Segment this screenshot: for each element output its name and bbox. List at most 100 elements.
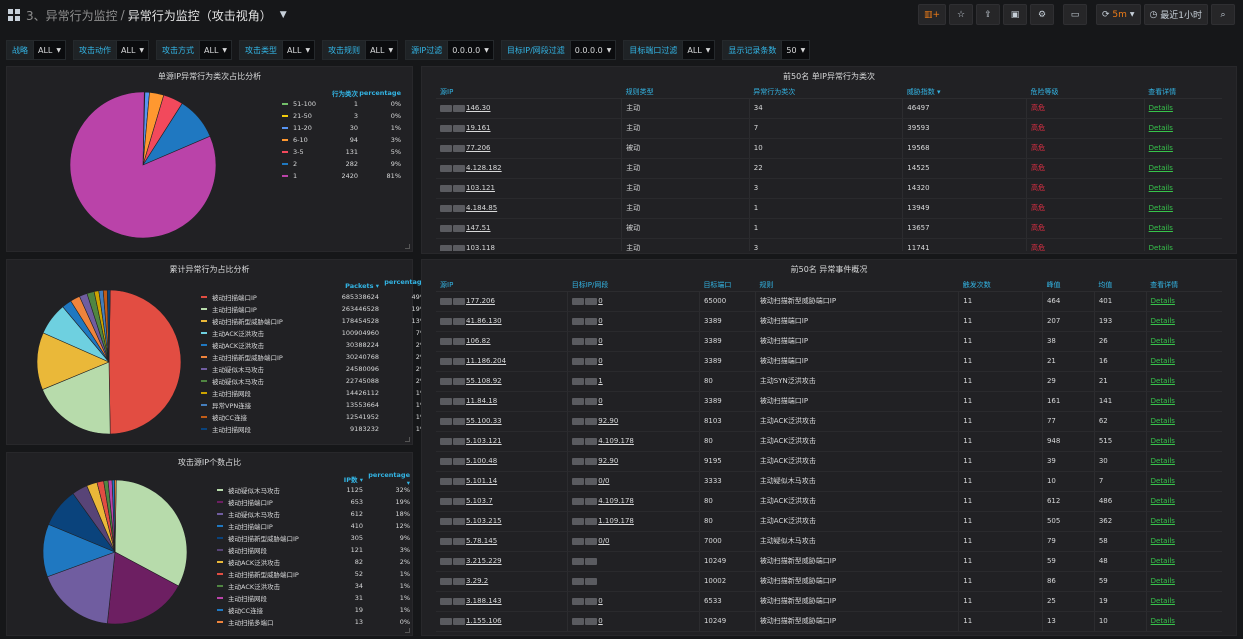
filter-select[interactable]: ALL ▼ bbox=[34, 40, 67, 60]
legend-col-percentage[interactable]: percentage ▾ bbox=[363, 471, 410, 487]
details-link[interactable]: Details bbox=[1149, 144, 1173, 152]
legend-item[interactable]: 被动CC连接 19 1% bbox=[217, 604, 410, 616]
filter-select[interactable]: ALL ▼ bbox=[683, 40, 716, 60]
target-ip-link[interactable]: 0 bbox=[598, 597, 602, 605]
source-ip-link[interactable]: 11.186.204 bbox=[466, 357, 506, 365]
resize-handle[interactable] bbox=[405, 244, 410, 249]
breadcrumb-folder[interactable]: 3、异常行为监控 bbox=[26, 7, 118, 24]
details-link[interactable]: Details bbox=[1151, 477, 1175, 485]
source-ip-link[interactable]: 103.121 bbox=[466, 184, 495, 192]
details-link[interactable]: Details bbox=[1151, 437, 1175, 445]
details-link[interactable]: Details bbox=[1149, 164, 1173, 172]
dashboard-grid-icon[interactable] bbox=[8, 9, 20, 21]
details-link[interactable]: Details bbox=[1151, 537, 1175, 545]
target-ip-link[interactable]: 92.90 bbox=[598, 417, 618, 425]
filter-select[interactable]: 0.0.0.0 ▼ bbox=[570, 40, 617, 60]
details-link[interactable]: Details bbox=[1151, 337, 1175, 345]
legend-item[interactable]: 被动ACK泛洪攻击 303882242% bbox=[201, 339, 426, 351]
column-header[interactable]: 规则 bbox=[755, 280, 959, 292]
source-ip-link[interactable]: 146.30 bbox=[466, 104, 491, 112]
filter-select[interactable]: ALL ▼ bbox=[200, 40, 233, 60]
source-ip-link[interactable]: 103.118 bbox=[466, 244, 495, 251]
column-header[interactable]: 目标端口 bbox=[699, 280, 756, 292]
column-header[interactable]: 源IP bbox=[436, 280, 568, 292]
details-link[interactable]: Details bbox=[1151, 377, 1175, 385]
details-link[interactable]: Details bbox=[1151, 417, 1175, 425]
legend-item[interactable]: 被动扫描网段 121 3% bbox=[217, 544, 410, 556]
legend-item[interactable]: 被动ACK泛洪攻击 82 2% bbox=[217, 556, 410, 568]
target-ip-link[interactable]: 1 bbox=[598, 377, 602, 385]
legend-col-value[interactable]: Packets ▾ bbox=[307, 282, 379, 290]
details-link[interactable]: Details bbox=[1151, 617, 1175, 625]
target-ip-link[interactable]: 0/0 bbox=[598, 537, 609, 545]
column-header[interactable]: 均值 bbox=[1094, 280, 1147, 292]
column-header[interactable]: 危险等级 bbox=[1026, 87, 1145, 99]
legend-item[interactable]: 3-5 131 5% bbox=[282, 146, 401, 158]
source-ip-link[interactable]: 3.215.229 bbox=[466, 557, 502, 565]
details-link[interactable]: Details bbox=[1151, 297, 1175, 305]
source-ip-link[interactable]: 147.51 bbox=[466, 224, 491, 232]
legend-col-value[interactable]: IP数 ▾ bbox=[321, 474, 363, 484]
details-link[interactable]: Details bbox=[1149, 224, 1173, 232]
zoom-out-button[interactable]: ⌕ bbox=[1211, 4, 1235, 25]
legend-item[interactable]: 被动CC连接 125419521% bbox=[201, 411, 426, 423]
filter-select[interactable]: ALL ▼ bbox=[283, 40, 316, 60]
legend-item[interactable]: 被动疑似木马攻击 1125 32% bbox=[217, 484, 410, 496]
legend-item[interactable]: 主动疑似木马攻击 612 18% bbox=[217, 508, 410, 520]
legend-item[interactable]: 主动扫描端口IP 263446528 19% bbox=[201, 303, 426, 315]
source-ip-link[interactable]: 106.82 bbox=[466, 337, 491, 345]
target-ip-link[interactable]: 1.109.178 bbox=[598, 517, 634, 525]
target-ip-link[interactable]: 92.90 bbox=[598, 457, 618, 465]
target-ip-link[interactable]: 0 bbox=[598, 317, 602, 325]
dashboard-title[interactable]: 异常行为监控（攻击视角） bbox=[128, 7, 272, 24]
legend-item[interactable]: 被动扫描端口IP 685338624 49% bbox=[201, 291, 426, 303]
filter-select[interactable]: ALL ▼ bbox=[366, 40, 399, 60]
legend-item[interactable]: 异常VPN连接 135536641% bbox=[201, 399, 426, 411]
source-ip-link[interactable]: 5.103.7 bbox=[466, 497, 493, 505]
details-link[interactable]: Details bbox=[1149, 124, 1173, 132]
legend-item[interactable]: 主动扫描网段 91832321% bbox=[201, 423, 426, 435]
filter-select[interactable]: 50 ▼ bbox=[782, 40, 811, 60]
target-ip-link[interactable]: 4.109.178 bbox=[598, 497, 634, 505]
legend-item[interactable]: 主动疑似木马攻击 245800962% bbox=[201, 363, 426, 375]
target-ip-link[interactable]: 0 bbox=[598, 617, 602, 625]
filter-select[interactable]: 0.0.0.0 ▼ bbox=[448, 40, 494, 60]
tv-mode-button[interactable]: ▭ bbox=[1062, 4, 1087, 25]
pie-slice-1[interactable] bbox=[108, 289, 182, 435]
legend-item[interactable]: 6-10 94 3% bbox=[282, 134, 401, 146]
column-header[interactable]: 查看详情 bbox=[1144, 87, 1222, 99]
title-dropdown-icon[interactable]: ▼ bbox=[280, 10, 287, 20]
source-ip-link[interactable]: 4.184.85 bbox=[466, 204, 497, 212]
legend-item[interactable]: 51-100 1 0% bbox=[282, 98, 401, 110]
source-ip-link[interactable]: 1.155.106 bbox=[466, 617, 502, 625]
target-ip-link[interactable]: 0 bbox=[598, 297, 602, 305]
details-link[interactable]: Details bbox=[1151, 497, 1175, 505]
share-button[interactable]: ⇪ bbox=[975, 4, 1000, 25]
legend-item[interactable]: 主动扫描网段 144261121% bbox=[201, 387, 426, 399]
legend-item[interactable]: 主动扫描网段 31 1% bbox=[217, 592, 410, 604]
source-ip-link[interactable]: 19.161 bbox=[466, 124, 491, 132]
target-ip-link[interactable]: 0 bbox=[598, 337, 602, 345]
column-header[interactable]: 源IP bbox=[436, 87, 622, 99]
details-link[interactable]: Details bbox=[1149, 244, 1173, 251]
filter-select[interactable]: ALL ▼ bbox=[117, 40, 150, 60]
legend-item[interactable]: 主动扫描新型威胁端口IP 52 1% bbox=[217, 568, 410, 580]
time-range-button[interactable]: ◷ 最近1小时 bbox=[1143, 4, 1208, 25]
source-ip-link[interactable]: 5.103.215 bbox=[466, 517, 502, 525]
target-ip-link[interactable]: 4.109.178 bbox=[598, 437, 634, 445]
legend-item[interactable]: 主动扫描端口IP 410 12% bbox=[217, 520, 410, 532]
details-link[interactable]: Details bbox=[1151, 557, 1175, 565]
target-ip-link[interactable]: 0 bbox=[598, 397, 602, 405]
save-button[interactable]: ▣ bbox=[1002, 4, 1027, 25]
column-header[interactable]: 峰值 bbox=[1042, 280, 1095, 292]
settings-button[interactable]: ⚙ bbox=[1029, 4, 1054, 25]
details-link[interactable]: Details bbox=[1151, 597, 1175, 605]
column-header[interactable]: 查看详情 bbox=[1146, 280, 1222, 292]
details-link[interactable]: Details bbox=[1151, 577, 1175, 585]
source-ip-link[interactable]: 5.78.145 bbox=[466, 537, 497, 545]
add-panel-button[interactable]: ▥+ bbox=[917, 4, 946, 25]
legend-item[interactable]: 11-20 30 1% bbox=[282, 122, 401, 134]
legend-item[interactable]: 被动扫描新型威胁端口IP 305 9% bbox=[217, 532, 410, 544]
legend-col-value[interactable]: 行为类次 bbox=[318, 88, 358, 98]
legend-item[interactable]: 主动ACK泛洪攻击 1009049607% bbox=[201, 327, 426, 339]
